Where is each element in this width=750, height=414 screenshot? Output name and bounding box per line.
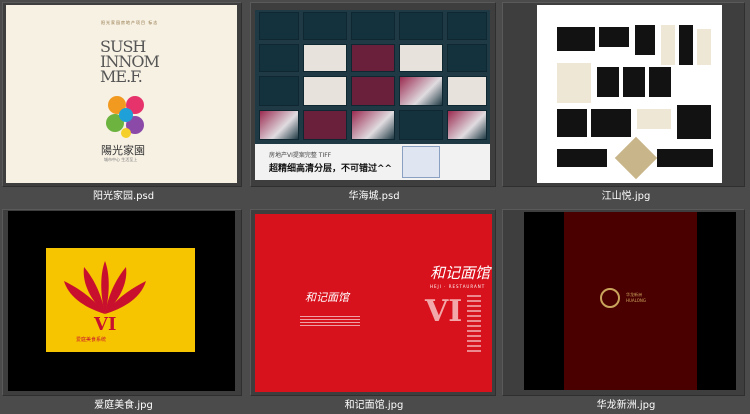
thumb-card <box>557 149 607 167</box>
thumb-tile <box>303 12 347 40</box>
thumb-file-list <box>402 146 440 178</box>
thumb-card <box>597 67 619 97</box>
thumb-tile <box>351 110 395 140</box>
thumb-tile <box>259 76 299 106</box>
thumb-tile <box>447 44 487 72</box>
thumb-small-text: 爱庭美食系统 <box>76 337 107 343</box>
thumb-vertical-text <box>467 292 481 352</box>
file-name-label[interactable]: 和记面馆.jpg <box>250 399 498 412</box>
file-name-label[interactable]: 华龙新洲.jpg <box>502 399 750 412</box>
thumb-card <box>557 63 591 103</box>
thumbnail-image-heji[interactable]: 和记面馆 和记面馆 HEJI · RESTAURANT VI <box>255 214 492 392</box>
thumb-tile <box>303 110 347 140</box>
thumb-card <box>623 67 645 97</box>
thumb-card <box>591 109 631 137</box>
thumb-logo-large: 和记面馆 <box>430 264 491 282</box>
thumb-card <box>657 149 713 167</box>
thumb-restaurant-text: HEJI · RESTAURANT <box>430 284 486 289</box>
file-item-heji[interactable]: 和记面馆 和记面馆 HEJI · RESTAURANT VI 和记面馆.jpg <box>250 207 498 414</box>
thumb-brand-name: 华龙新洲 HUALONG <box>626 292 646 303</box>
thumb-card <box>557 109 587 137</box>
thumbnail-image-huahai[interactable]: 房地产VI提案完整 TIFF 超精细高清分层，不可错过^^ <box>255 10 490 180</box>
thumb-card <box>677 105 711 139</box>
thumb-tile <box>303 76 347 106</box>
thumb-tile <box>399 12 443 40</box>
thumb-tile <box>351 76 395 106</box>
thumbnail-image-jiangshan[interactable] <box>537 5 722 183</box>
thumbnail-image-hualong[interactable]: 华龙新洲 HUALONG <box>524 212 736 390</box>
logo-petals-icon <box>106 96 144 138</box>
file-name-label[interactable]: 爱庭美食.jpg <box>0 399 247 412</box>
thumb-tile <box>399 44 443 72</box>
file-name-label[interactable]: 江山悦.jpg <box>502 190 750 203</box>
thumbnail-image-yangguang[interactable]: 阳光家园房地产项目 标志 SUSH INNOM ME.F. 陽光家園 城市中心 … <box>6 5 237 183</box>
thumb-tile <box>259 12 299 40</box>
thumb-title-cn: 陽光家園 <box>101 144 145 157</box>
thumb-logo-small: 和记面馆 <box>305 291 349 304</box>
thumb-subtitle: 城市中心 生活至上 <box>104 157 138 162</box>
file-item-yangguang[interactable]: 阳光家园房地产项目 标志 SUSH INNOM ME.F. 陽光家園 城市中心 … <box>0 0 247 206</box>
file-name-label[interactable]: 阳光家园.psd <box>0 190 247 203</box>
file-item-hualong[interactable]: 华龙新洲 HUALONG 华龙新洲.jpg <box>502 207 750 414</box>
dragon-emblem-icon <box>600 288 620 308</box>
thumb-card <box>679 25 693 65</box>
file-item-jiangshan[interactable]: 江山悦.jpg <box>502 0 750 206</box>
thumb-wine-card: 华龙新洲 HUALONG <box>564 212 697 390</box>
thumb-tile <box>399 76 443 106</box>
thumb-tile <box>447 12 487 40</box>
file-name-label[interactable]: 华海城.psd <box>250 190 498 203</box>
thumb-tile <box>259 110 299 140</box>
thumb-tile <box>447 110 487 140</box>
thumb-topline: 阳光家园房地产项目 标志 <box>101 20 159 25</box>
banner-line-2: 超精细高清分层，不可错过^^ <box>269 164 393 174</box>
thumb-card <box>697 29 711 65</box>
thumb-card <box>599 27 629 47</box>
thumb-tile <box>351 44 395 72</box>
thumb-banner: 房地产VI提案完整 TIFF 超精细高清分层，不可错过^^ <box>255 144 490 180</box>
file-item-aiting[interactable]: VI 爱庭美食系统 爱庭美食.jpg <box>0 207 247 414</box>
thumb-tile <box>447 76 487 106</box>
thumb-tile <box>303 44 347 72</box>
thumb-tile <box>399 110 443 140</box>
thumb-footer-lines <box>300 316 360 326</box>
ornament-diamond-icon <box>614 136 658 180</box>
thumb-card <box>649 67 671 97</box>
thumbnail-image-aiting[interactable]: VI 爱庭美食系统 <box>8 211 235 391</box>
thumb-tile <box>259 44 299 72</box>
thumb-card <box>557 27 595 51</box>
lotus-logo-icon <box>64 261 146 314</box>
thumb-card <box>635 25 655 55</box>
thumb-card <box>637 109 671 129</box>
thumb-vi-mark: VI <box>94 314 117 335</box>
banner-line-1: 房地产VI提案完整 TIFF <box>269 152 332 159</box>
thumb-lettering: SUSH INNOM ME.F. <box>100 37 160 86</box>
file-item-huahai[interactable]: 房地产VI提案完整 TIFF 超精细高清分层，不可错过^^ 华海城.psd <box>250 0 498 206</box>
file-thumbnail-grid: 阳光家园房地产项目 标志 SUSH INNOM ME.F. 陽光家園 城市中心 … <box>0 0 750 414</box>
thumb-card <box>661 25 675 65</box>
thumb-tile <box>351 12 395 40</box>
thumb-vi-mark: VI <box>425 294 463 329</box>
